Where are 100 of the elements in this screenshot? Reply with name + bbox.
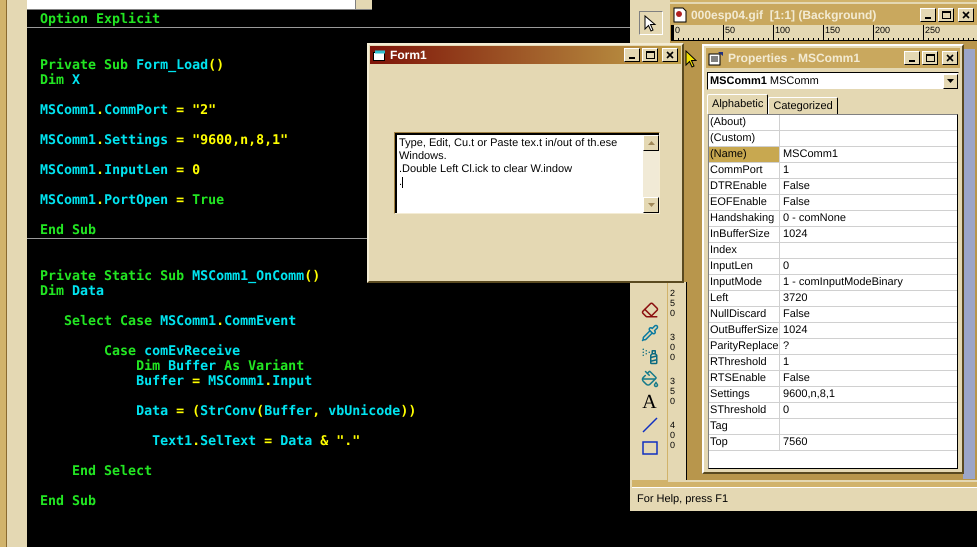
property-value[interactable]: 1 <box>780 355 790 370</box>
tab[interactable]: Categorized <box>768 97 838 114</box>
property-name[interactable]: SThreshold <box>709 403 780 418</box>
scroll-down-button[interactable] <box>643 197 659 213</box>
property-value[interactable]: ? <box>780 339 790 354</box>
code-line: Dim Buffer As Variant <box>135 359 304 374</box>
ruler-label: 400 <box>670 420 676 450</box>
maximize-icon <box>926 54 934 62</box>
property-name[interactable]: Handshaking <box>709 211 780 226</box>
ruler-label: 350 <box>670 376 676 406</box>
property-value[interactable]: False <box>780 179 810 194</box>
code-line: MSComm1.InputLen = 0 <box>40 163 200 178</box>
property-value[interactable]: 0 - comNone <box>780 211 846 226</box>
property-name[interactable]: CommPort <box>709 163 780 178</box>
close-button[interactable] <box>958 8 974 22</box>
property-value[interactable]: MSComm1 <box>780 147 838 162</box>
property-name[interactable]: RTSEnable <box>709 371 780 386</box>
cursor-icon <box>685 50 697 68</box>
ruler-label: 50 <box>723 25 773 41</box>
code-line: Data = (StrConv(Buffer, vbUnicode)) <box>135 404 416 419</box>
maximize-button[interactable] <box>922 51 938 65</box>
scroll-button[interactable] <box>355 0 372 9</box>
property-value[interactable]: 9600,n,8,1 <box>780 387 835 402</box>
property-name[interactable]: Left <box>709 291 780 306</box>
window-title: 000esp04.gif [1:1] (Background) <box>691 6 878 24</box>
property-value[interactable]: False <box>780 371 810 386</box>
property-name[interactable]: Index <box>709 243 780 258</box>
form-icon <box>373 50 386 60</box>
property-name[interactable]: EOFEnable <box>709 195 780 210</box>
minimize-button[interactable] <box>920 8 936 22</box>
property-value[interactable]: 1 <box>780 163 790 178</box>
pipette-icon[interactable] <box>640 324 658 342</box>
property-name[interactable]: Top <box>709 435 780 450</box>
code-line: Dim X <box>40 73 80 88</box>
dropdown-button[interactable] <box>943 74 958 88</box>
up-arrow-icon <box>648 141 654 145</box>
property-name[interactable]: (About) <box>709 115 780 130</box>
object-dropdown[interactable]: MSComm1 MSComm <box>707 72 959 90</box>
close-button[interactable] <box>942 51 958 65</box>
ruler-label: 250 <box>923 25 973 41</box>
property-name[interactable]: ParityReplace <box>709 339 780 354</box>
eraser-icon[interactable] <box>640 300 658 318</box>
minimize-button[interactable] <box>624 48 640 62</box>
property-value[interactable]: False <box>780 195 810 210</box>
code-line: End Sub <box>40 223 96 238</box>
property-name[interactable]: InputMode <box>709 275 780 290</box>
property-name[interactable]: DTREnable <box>709 179 780 194</box>
property-name[interactable]: (Custom) <box>709 131 780 146</box>
code-line: MSComm1.PortOpen = True <box>40 193 224 208</box>
property-name[interactable]: NullDiscard <box>709 307 780 322</box>
code-line: Select Case MSComm1.CommEvent <box>63 314 296 329</box>
close-icon <box>962 10 970 18</box>
property-name[interactable]: InputLen <box>709 259 780 274</box>
property-name[interactable]: Tag <box>709 419 780 434</box>
property-value[interactable]: 1024 <box>780 227 808 242</box>
property-value[interactable]: 0 <box>780 403 790 418</box>
property-value[interactable]: 1 - comInputModeBinary <box>780 275 903 290</box>
maximize-button[interactable] <box>938 8 954 22</box>
code-line: Private Static Sub MSComm1_OnComm() <box>40 269 320 284</box>
text-tool-icon[interactable]: A <box>642 392 657 412</box>
property-name[interactable]: RThreshold <box>709 355 780 370</box>
object-name: MSComm1 <box>710 74 767 87</box>
code-line: MSComm1.CommPort = "2" <box>40 103 216 118</box>
scrollbar[interactable] <box>643 133 659 213</box>
property-value[interactable]: 1024 <box>780 323 808 338</box>
scroll-up-button[interactable] <box>643 135 659 151</box>
rectangle-icon[interactable] <box>640 438 658 456</box>
property-value[interactable]: 3720 <box>780 291 808 306</box>
minimize-button[interactable] <box>904 51 920 65</box>
minimize-icon <box>925 16 931 18</box>
paint-bucket-icon[interactable] <box>640 370 658 388</box>
close-button[interactable] <box>662 48 678 62</box>
status-text: For Help, press F1 <box>637 492 728 508</box>
code-line: MSComm1.Settings = "9600,n,8,1" <box>40 133 288 148</box>
code-line: Option Explicit <box>40 12 160 27</box>
line-icon[interactable] <box>640 416 658 434</box>
property-name[interactable]: Settings <box>709 387 780 402</box>
maximize-button[interactable] <box>642 48 658 62</box>
code-line: Buffer = MSComm1.Input <box>135 374 312 389</box>
window-title: Form1 <box>390 47 428 64</box>
text-area-field[interactable]: Type, Edit, Cu.t or Paste tex.t in/out of th.ese Windows. .Double Left Cl.ick to clear W.indow . <box>395 133 643 213</box>
property-value[interactable]: False <box>780 307 810 322</box>
code-line: Case comEvReceive <box>103 344 240 359</box>
spray-can-icon[interactable] <box>640 346 658 364</box>
property-value[interactable]: 0 <box>780 259 790 274</box>
ruler-label: 0 <box>673 25 723 41</box>
property-name[interactable]: InBufferSize <box>709 227 780 242</box>
property-value[interactable]: 7560 <box>780 435 808 450</box>
code-line: Text1.SelText = Data & "." <box>151 434 360 449</box>
ruler-label: 250 <box>670 288 676 318</box>
ruler-label: 300 <box>670 332 676 362</box>
code-line: Dim Data <box>40 284 104 299</box>
property-name[interactable]: (Name) <box>709 147 780 162</box>
maximize-icon <box>646 51 654 59</box>
close-icon <box>946 54 954 62</box>
property-name[interactable]: OutBufferSize <box>709 323 780 338</box>
caret-icon <box>947 79 954 83</box>
code-line: End Select <box>71 464 152 479</box>
ruler-label: 150 <box>823 25 873 41</box>
tab[interactable]: Alphabetic <box>707 94 768 114</box>
